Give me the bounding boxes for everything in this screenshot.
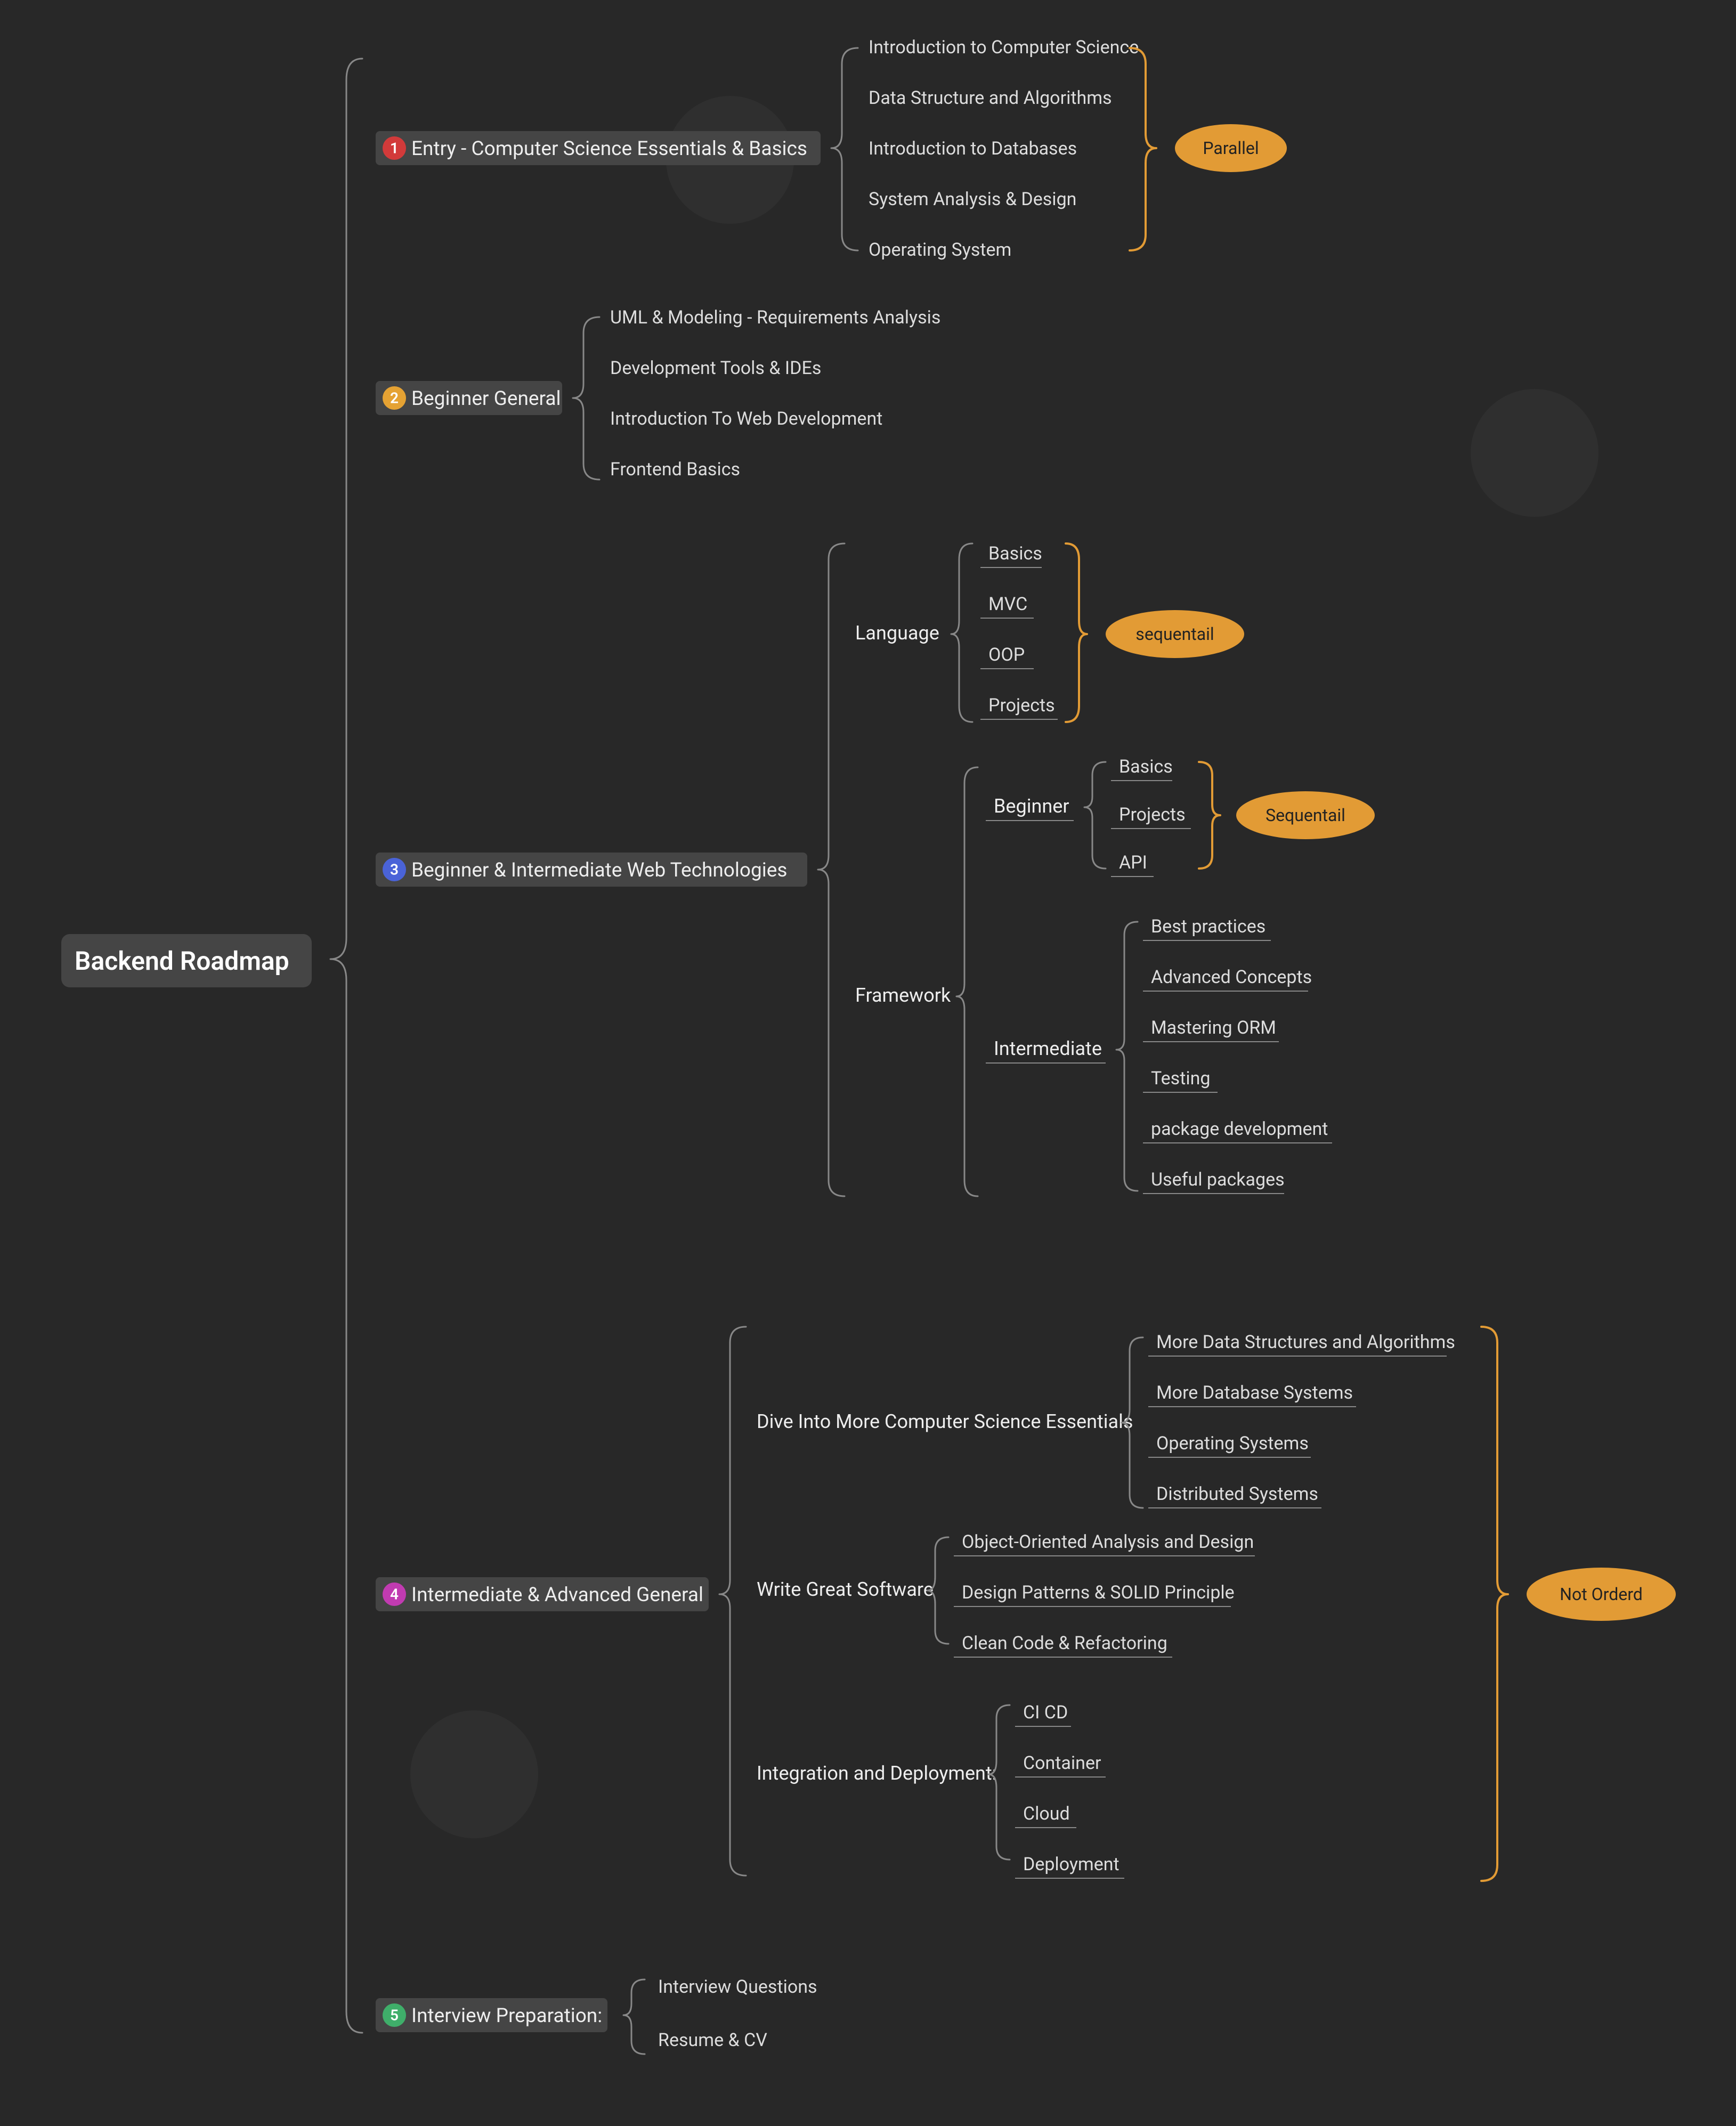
stage-1-items: Introduction to Computer Science Data St…: [869, 37, 1139, 261]
brace-fw: [956, 767, 978, 1196]
s4-a-items: More Data Structures and Algorithms More…: [1148, 1332, 1455, 1508]
leaf: Clean Code & Refactoring: [962, 1633, 1167, 1654]
leaf: Testing: [1151, 1068, 1210, 1089]
leaf: Introduction to Computer Science: [869, 37, 1139, 58]
fw-beginner-label: Beginner: [994, 795, 1069, 817]
stage-2-label: Beginner General: [411, 387, 561, 410]
leaf: Operating System: [869, 239, 1011, 261]
leaf: CI CD: [1023, 1702, 1068, 1723]
leaf: UML & Modeling - Requirements Analysis: [610, 307, 940, 328]
brace-s1: [831, 48, 858, 250]
leaf: API: [1119, 852, 1147, 873]
brace-fw-beg: [1084, 762, 1106, 869]
stage-2-node: 2 Beginner General: [376, 381, 562, 415]
s4-b-label: Write Great Software: [757, 1578, 934, 1601]
svg-text:sequentail: sequentail: [1135, 624, 1214, 644]
stage-2-items: UML & Modeling - Requirements Analysis D…: [610, 307, 940, 480]
leaf: MVC: [988, 594, 1027, 615]
tag-notordered: Not Orderd: [1527, 1568, 1676, 1621]
svg-text:1: 1: [390, 140, 399, 157]
fw-intermediate-items: Best practices Advanced Concepts Masteri…: [1143, 916, 1332, 1194]
leaf: Best practices: [1151, 916, 1266, 937]
stage-3-label: Beginner & Intermediate Web Technologies: [411, 859, 787, 882]
fw-beginner-items: Basics Projects API: [1111, 756, 1191, 877]
stage-4-node: 4 Intermediate & Advanced General: [376, 1577, 709, 1611]
leaf: Object-Oriented Analysis and Design: [962, 1531, 1254, 1553]
svg-text:Parallel: Parallel: [1203, 138, 1259, 158]
brace-s5: [623, 1979, 645, 2054]
leaf: Useful packages: [1151, 1169, 1285, 1190]
leaf: Projects: [1119, 804, 1186, 825]
decoration-circle: [410, 1710, 538, 1838]
leaf: Operating Systems: [1156, 1433, 1309, 1454]
leaf: Deployment: [1023, 1854, 1120, 1875]
brace-lang-right: [1066, 543, 1087, 722]
stage-5-items: Interview Questions Resume & CV: [658, 1976, 817, 2051]
roadmap-diagram: Backend Roadmap 1 Entry - Computer Scien…: [0, 0, 1736, 2126]
fw-intermediate-label: Intermediate: [994, 1037, 1102, 1060]
leaf: Basics: [1119, 756, 1173, 777]
stage-5-label: Interview Preparation:: [411, 2005, 602, 2027]
leaf: Basics: [988, 543, 1042, 564]
brace-s4-right: [1481, 1327, 1508, 1881]
stage-3-node: 3 Beginner & Intermediate Web Technologi…: [376, 853, 807, 887]
decoration-circle: [1471, 389, 1599, 517]
leaf: Cloud: [1023, 1803, 1070, 1824]
svg-text:Sequentail: Sequentail: [1266, 805, 1345, 825]
leaf: OOP: [988, 644, 1025, 666]
tag-sequential-2: Sequentail: [1236, 791, 1375, 839]
brace-fw-beg-right: [1199, 762, 1220, 869]
s3-language-label: Language: [855, 622, 939, 644]
stage-5-node: 5 Interview Preparation:: [376, 1998, 607, 2032]
leaf: Frontend Basics: [610, 459, 740, 480]
leaf: Design Patterns & SOLID Principle: [962, 1582, 1235, 1603]
leaf: Introduction To Web Development: [610, 408, 882, 429]
svg-text:4: 4: [390, 1586, 399, 1603]
svg-text:Not Orderd: Not Orderd: [1560, 1584, 1643, 1604]
svg-text:3: 3: [390, 861, 399, 879]
brace-root: [330, 59, 362, 2033]
leaf: Resume & CV: [658, 2030, 767, 2051]
tag-parallel: Parallel: [1175, 124, 1287, 172]
s4-b-items: Object-Oriented Analysis and Design Desi…: [954, 1531, 1255, 1657]
s4-c-label: Integration and Deployment:: [757, 1762, 996, 1784]
tag-sequential-1: sequentail: [1106, 610, 1244, 658]
leaf: Advanced Concepts: [1151, 967, 1312, 988]
leaf: Projects: [988, 695, 1055, 716]
brace-s2: [573, 317, 599, 480]
s4-c-items: CI CD Container Cloud Deployment: [1015, 1702, 1124, 1878]
leaf: Development Tools & IDEs: [610, 358, 821, 379]
root-label: Backend Roadmap: [75, 946, 289, 976]
leaf: More Database Systems: [1156, 1382, 1353, 1403]
brace-s4b: [927, 1537, 948, 1644]
brace-s1-right: [1130, 48, 1156, 250]
root-node: Backend Roadmap: [61, 934, 312, 987]
brace-s3: [818, 543, 845, 1196]
brace-lang: [951, 543, 972, 722]
stage-1-label: Entry - Computer Science Essentials & Ba…: [411, 137, 807, 160]
leaf: System Analysis & Design: [869, 189, 1076, 210]
stage-4-label: Intermediate & Advanced General: [411, 1584, 703, 1606]
leaf: Distributed Systems: [1156, 1483, 1318, 1505]
brace-s4: [719, 1327, 746, 1876]
leaf: Mastering ORM: [1151, 1017, 1276, 1038]
leaf: package development: [1151, 1118, 1328, 1140]
svg-text:5: 5: [390, 2007, 399, 2024]
s3-framework-label: Framework: [855, 984, 951, 1007]
leaf: Interview Questions: [658, 1976, 817, 1998]
language-items: Basics MVC OOP Projects: [980, 543, 1058, 719]
leaf: Data Structure and Algorithms: [869, 87, 1112, 109]
leaf: Introduction to Databases: [869, 138, 1077, 159]
brace-fw-int: [1116, 922, 1138, 1191]
stage-1-node: 1 Entry - Computer Science Essentials & …: [376, 131, 821, 165]
svg-text:2: 2: [390, 390, 399, 407]
leaf: Container: [1023, 1752, 1101, 1774]
s4-a-label: Dive Into More Computer Science Essentia…: [757, 1410, 1133, 1433]
leaf: More Data Structures and Algorithms: [1156, 1332, 1455, 1353]
